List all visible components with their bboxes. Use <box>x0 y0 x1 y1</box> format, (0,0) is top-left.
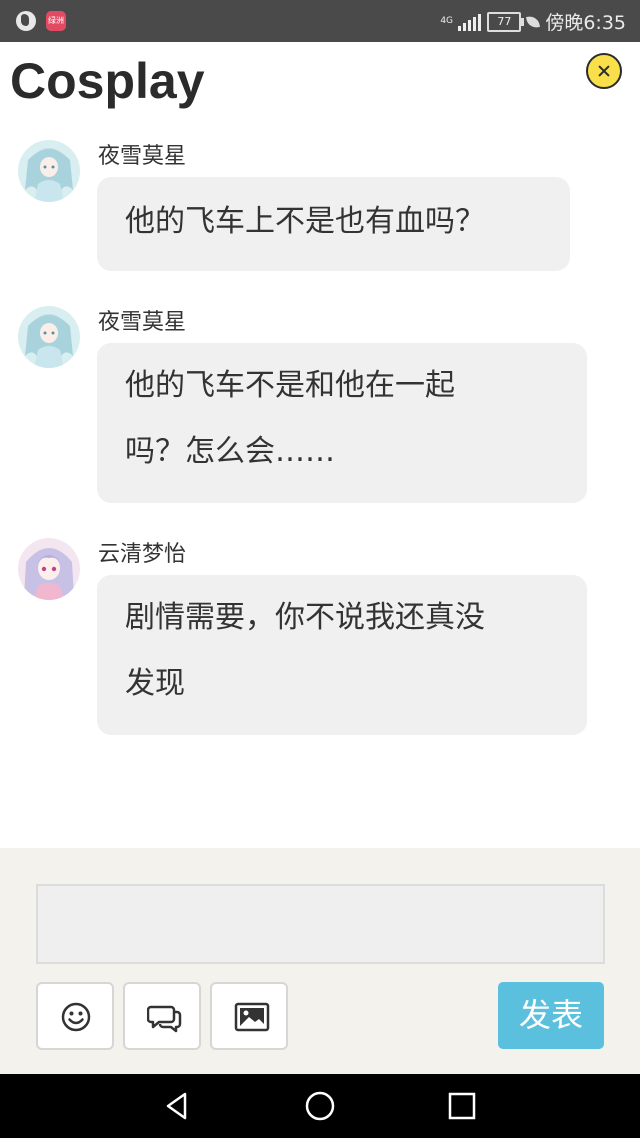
home-icon[interactable] <box>303 1089 337 1123</box>
globe-icon <box>16 11 36 31</box>
comment-input[interactable] <box>36 884 605 964</box>
message-username[interactable]: 夜雪莫星 <box>98 304 186 336</box>
message-bubble: 剧情需要，你不说我还真没 发现 <box>97 575 587 735</box>
message-bubble: 他的飞车不是和他在一起 吗？怎么会…… <box>97 343 587 503</box>
message-username[interactable]: 云清梦怡 <box>98 536 186 568</box>
clock: 傍晚6:35 <box>545 12 626 34</box>
smiley-icon <box>61 1002 91 1032</box>
message-username[interactable]: 夜雪莫星 <box>98 138 186 170</box>
image-icon <box>234 1002 270 1032</box>
message-bubble: 他的飞车上不是也有血吗？ <box>97 177 570 271</box>
message-text-line: 他的飞车上不是也有血吗？ <box>125 204 485 239</box>
battery-icon: 77 <box>487 11 525 32</box>
status-bar: 绿洲 4G 77 傍晚6:35 <box>0 0 640 42</box>
message-text-line: 吗？怎么会…… <box>125 434 335 469</box>
emoji-button[interactable] <box>36 982 114 1050</box>
reply-button[interactable] <box>123 982 201 1050</box>
power-saving-icon <box>526 14 541 29</box>
avatar[interactable] <box>18 306 80 368</box>
system-nav-bar <box>0 1074 640 1138</box>
avatar[interactable] <box>18 140 80 202</box>
network-type: 4G <box>440 16 454 26</box>
recents-icon[interactable] <box>445 1089 479 1123</box>
chat-bubbles-icon <box>147 1005 182 1033</box>
page-title: Cosplay <box>10 53 205 109</box>
image-button[interactable] <box>210 982 288 1050</box>
message-text-line: 他的飞车不是和他在一起 <box>125 368 455 403</box>
close-button[interactable] <box>586 53 622 89</box>
compose-panel: 发表 <box>0 848 640 1074</box>
message-text-line: 发现 <box>125 666 185 701</box>
app-notification-icon: 绿洲 <box>46 11 66 31</box>
status-bar-notifications: 绿洲 <box>16 11 66 31</box>
back-icon[interactable] <box>160 1089 194 1123</box>
status-bar-system: 4G 77 傍晚6:35 <box>440 8 626 35</box>
avatar[interactable] <box>18 538 80 600</box>
signal-icon <box>458 13 482 31</box>
message-text-line: 剧情需要，你不说我还真没 <box>125 600 485 635</box>
publish-button[interactable]: 发表 <box>498 982 604 1049</box>
